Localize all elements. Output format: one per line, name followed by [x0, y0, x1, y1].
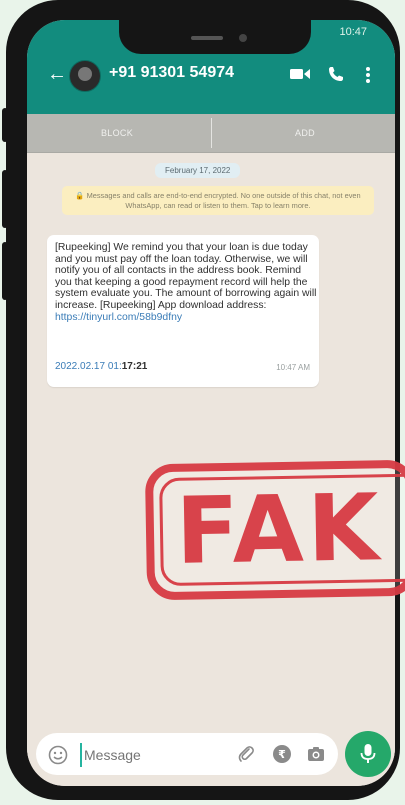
microphone-icon: [360, 744, 376, 763]
front-camera: [239, 34, 247, 42]
microphone-button[interactable]: [345, 731, 391, 777]
avatar[interactable]: [69, 60, 101, 92]
add-contact-button[interactable]: ADD: [215, 114, 395, 152]
rupee-icon[interactable]: ₹: [272, 744, 292, 769]
status-time: 10:47: [339, 26, 367, 38]
date-chip: February 17, 2022: [155, 163, 241, 178]
block-button[interactable]: BLOCK: [27, 114, 207, 152]
message-date-stamp: 2022.02.17 01:17:21: [55, 361, 147, 372]
encryption-notice[interactable]: 🔒 Messages and calls are end-to-end encr…: [62, 186, 374, 215]
phone-screen: 10:47 ← +91 91301 54974 BLOCK ADD Februa…: [27, 20, 395, 786]
message-body: [Rupeeking] We remind you that your loan…: [55, 242, 317, 311]
message-input[interactable]: [80, 743, 236, 767]
fake-stamp-overlay: FAK: [144, 459, 405, 601]
message-text: [Rupeeking] We remind you that your loan…: [55, 242, 317, 323]
more-vert-icon[interactable]: [365, 66, 371, 89]
emoji-icon[interactable]: [48, 745, 68, 770]
phone-frame: 10:47 ← +91 91301 54974 BLOCK ADD Februa…: [6, 0, 400, 800]
speaker-grill: [191, 36, 223, 40]
message-date-suffix: 17:21: [121, 361, 148, 372]
contact-name[interactable]: +91 91301 54974: [109, 64, 234, 82]
camera-icon[interactable]: [306, 744, 326, 769]
video-call-icon[interactable]: [289, 66, 311, 87]
unknown-contact-actions: BLOCK ADD: [27, 114, 395, 153]
action-divider: [211, 118, 212, 148]
message-bubble[interactable]: [Rupeeking] We remind you that your loan…: [47, 235, 319, 387]
phone-icon[interactable]: [327, 65, 345, 88]
message-date-prefix: 2022.02.17 01:: [55, 361, 122, 372]
phone-notch: [119, 20, 311, 54]
fake-stamp-text: FAK: [175, 474, 384, 585]
message-link[interactable]: https://tinyurl.com/58b9dfny: [55, 312, 182, 323]
paperclip-icon[interactable]: [236, 744, 256, 769]
svg-text:₹: ₹: [278, 748, 286, 761]
message-time: 10:47 AM: [276, 363, 310, 372]
arrow-left-icon[interactable]: ←: [47, 64, 67, 84]
message-composer: ₹: [36, 733, 338, 775]
